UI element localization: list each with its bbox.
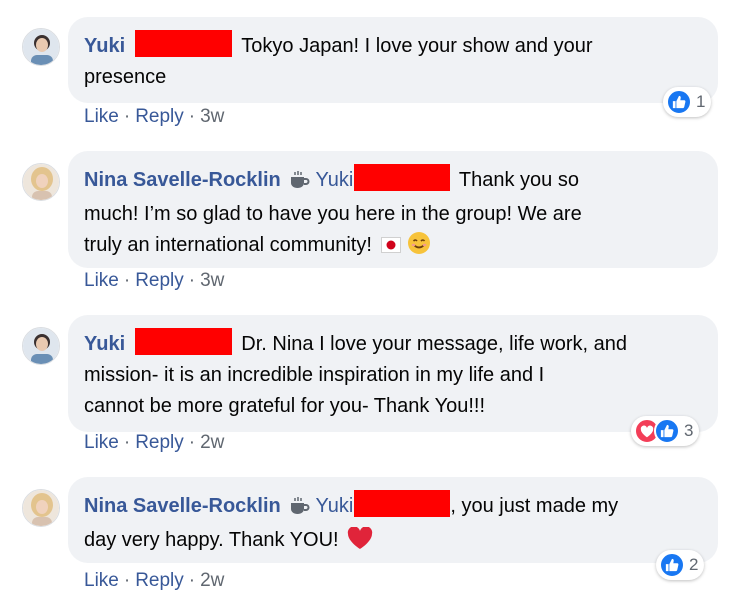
separator: · [188, 270, 196, 291]
separator: · [188, 432, 196, 453]
comment-actions: Like · Reply · 2w [84, 432, 224, 454]
reply-link[interactable]: Reply [135, 270, 184, 291]
comment-author[interactable]: Yuki [84, 35, 125, 57]
like-link[interactable]: Like [84, 270, 119, 291]
comment-age[interactable]: 3w [200, 270, 224, 291]
comment-age[interactable]: 2w [200, 570, 224, 591]
comment-bubble: Yuki Tokyo Japan! I love your show and y… [68, 17, 718, 103]
like-reaction-icon [654, 418, 680, 444]
avatar[interactable] [22, 28, 60, 66]
badge-coffee-icon [288, 494, 310, 525]
smiling-face-icon [407, 231, 431, 265]
japan-flag-icon [381, 232, 402, 263]
comment-text: Tokyo Japan! I love your show and your [241, 35, 593, 57]
like-link[interactable]: Like [84, 106, 119, 127]
reaction-summary[interactable]: 3 [631, 416, 700, 446]
badge-coffee-icon [288, 168, 310, 199]
like-link[interactable]: Like [84, 570, 119, 591]
redaction-box [134, 30, 232, 57]
reaction-count: 2 [689, 555, 699, 574]
reply-link[interactable]: Reply [135, 432, 184, 453]
reaction-summary[interactable]: 1 [663, 87, 712, 117]
reply-link[interactable]: Reply [135, 106, 184, 127]
comment-author[interactable]: Nina Savelle-Rocklin [84, 495, 281, 517]
reaction-count: 1 [696, 92, 706, 111]
comment-bubble: Nina Savelle-Rocklin Yuki Thank you so m… [68, 151, 718, 268]
avatar[interactable] [22, 489, 60, 527]
mention-link[interactable]: Yuki [316, 169, 354, 191]
comment-age[interactable]: 2w [200, 432, 224, 453]
reaction-count: 3 [684, 421, 694, 440]
avatar[interactable] [22, 163, 60, 201]
comment-text: much! I’m so glad to have you here in th… [84, 203, 582, 225]
like-reaction-icon [666, 89, 692, 115]
comment-actions: Like · Reply · 3w [84, 270, 224, 292]
comment-author[interactable]: Yuki [84, 333, 125, 355]
comment-text: , you just made my [450, 495, 619, 517]
separator: · [123, 432, 131, 453]
comment-text: Thank you so [458, 169, 579, 191]
comment-text: truly an international community! [84, 234, 372, 256]
comment-actions: Like · Reply · 2w [84, 570, 224, 592]
reaction-summary[interactable]: 2 [656, 550, 705, 580]
comment-text: cannot be more grateful for you- Thank Y… [84, 395, 485, 417]
comment-text: mission- it is an incredible inspiration… [84, 364, 545, 386]
mention-link[interactable]: Yuki [316, 495, 354, 517]
redaction-box [354, 490, 451, 517]
comment-actions: Like · Reply · 3w [84, 106, 224, 128]
like-reaction-icon [659, 552, 685, 578]
comment-bubble: Nina Savelle-Rocklin Yuki , you just made… [68, 477, 718, 563]
comment-text: Dr. Nina I love your message, life work,… [241, 333, 627, 355]
comment-bubble: Yuki Dr. Nina I love your message, life … [68, 315, 718, 432]
separator: · [123, 570, 131, 591]
separator: · [188, 570, 196, 591]
comment-age[interactable]: 3w [200, 106, 224, 127]
red-heart-icon [347, 526, 373, 560]
separator: · [123, 270, 131, 291]
avatar[interactable] [22, 327, 60, 365]
like-link[interactable]: Like [84, 432, 119, 453]
reply-link[interactable]: Reply [135, 570, 184, 591]
comment-text: day very happy. Thank YOU! [84, 529, 339, 551]
separator: · [188, 106, 196, 127]
redaction-box [134, 328, 232, 355]
redaction-box [354, 164, 451, 191]
comment-text: presence [84, 66, 167, 88]
comment-author[interactable]: Nina Savelle-Rocklin [84, 169, 281, 191]
separator: · [123, 106, 131, 127]
